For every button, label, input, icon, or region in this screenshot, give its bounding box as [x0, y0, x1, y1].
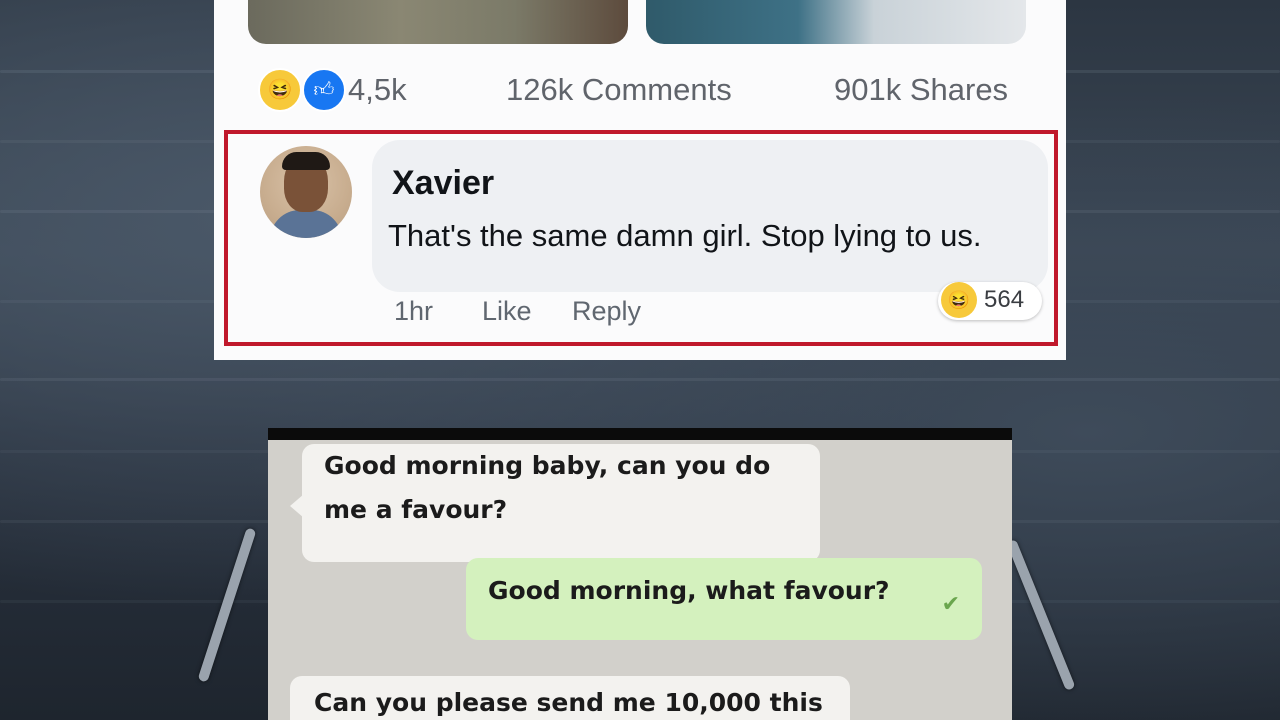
comment-reaction-count: 564	[984, 286, 1025, 313]
post-photo-left[interactable]	[248, 0, 628, 44]
post-photo-right[interactable]	[646, 0, 1026, 44]
highlighted-comment: Xavier That's the same damn girl. Stop l…	[224, 130, 1058, 346]
message-line: Good morning baby, can you do	[324, 451, 771, 480]
message-text: Can you please send me 10,000 this	[314, 688, 823, 717]
boat-railing-right	[1006, 538, 1076, 692]
outgoing-message[interactable]: Good morning, what favour? ✔	[466, 558, 982, 640]
comment-bubble: Xavier That's the same damn girl. Stop l…	[372, 140, 1048, 292]
haha-icon: 😆	[941, 282, 977, 318]
message-line: me a favour?	[324, 495, 508, 524]
comment-text: That's the same damn girl. Stop lying to…	[388, 218, 982, 253]
like-reaction-icon[interactable]: 👍︎	[302, 68, 346, 112]
comment-reply-button[interactable]: Reply	[572, 296, 641, 327]
haha-reaction-icon[interactable]: 😆	[258, 68, 302, 112]
message-text: Good morning, what favour?	[488, 576, 890, 605]
comment-reaction-pill[interactable]: 😆 564	[938, 282, 1042, 320]
comment-like-button[interactable]: Like	[482, 296, 532, 327]
shares-count[interactable]: 901k Shares	[834, 72, 1008, 108]
boat-railing-left	[197, 527, 257, 683]
chat-screenshot: Good morning baby, can you do me a favou…	[268, 428, 1012, 720]
post-stats-bar: 😆 👍︎ 4,5k 126k Comments 901k Shares	[214, 62, 1066, 112]
commenter-avatar[interactable]	[260, 146, 352, 238]
chat-status-bar	[268, 428, 1012, 440]
comment-timestamp[interactable]: 1hr	[394, 296, 433, 327]
reactions-count[interactable]: 4,5k	[348, 72, 407, 108]
read-tick-icon: ✔	[941, 592, 960, 617]
incoming-message[interactable]: Can you please send me 10,000 this	[290, 676, 850, 720]
incoming-message[interactable]: Good morning baby, can you do me a favou…	[302, 444, 820, 562]
comments-count[interactable]: 126k Comments	[506, 72, 732, 108]
comment-author[interactable]: Xavier	[392, 164, 494, 203]
